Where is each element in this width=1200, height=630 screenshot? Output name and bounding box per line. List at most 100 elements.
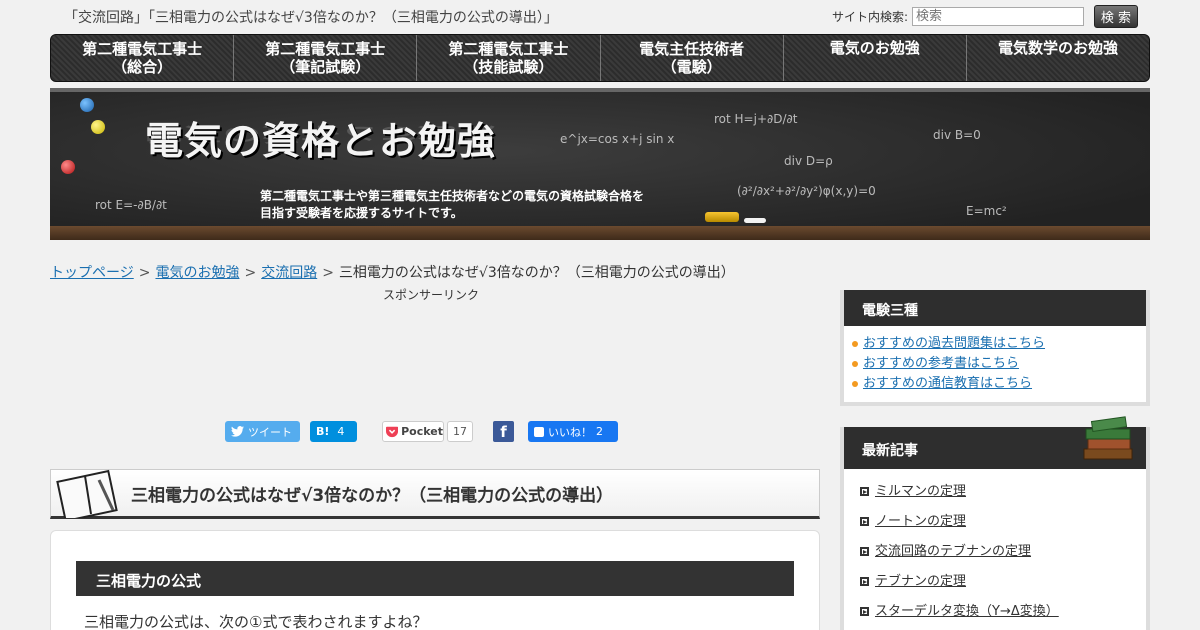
- bullet-icon: [852, 340, 858, 347]
- sidebar-widget-denken: 電験三種 おすすめの過去問題集はこちら おすすめの参考書はこちら おすすめの通信…: [840, 290, 1150, 406]
- twitter-bird-icon: [231, 426, 244, 437]
- arrow-bullet-icon: [860, 547, 869, 556]
- page-topline: 「交流回路」「三相電力の公式はなぜ√3倍なのか？（三相電力の公式の導出）」: [64, 10, 558, 26]
- list-item: 交流回路のテブナンの定理: [860, 537, 1146, 567]
- formula-divd: div D=ρ: [784, 154, 833, 168]
- sponsor-label: スポンサーリンク: [383, 288, 480, 302]
- breadcrumb: トップページ > 電気のお勉強 > 交流回路 > 三相電力の公式はなぜ√3倍なのか？（三相電…: [50, 262, 735, 282]
- banner-desc-line: 第二種電気工事士や第三種電気主任技術者などの電気の資格試験合格を: [260, 189, 645, 203]
- breadcrumb-top[interactable]: トップページ: [50, 265, 134, 281]
- latest-link-ac-thevenin[interactable]: 交流回路のテブナンの定理: [875, 544, 1031, 559]
- section-heading: 三相電力の公式: [76, 561, 794, 596]
- pocket-button[interactable]: Pocket: [382, 421, 444, 442]
- breadcrumb-ac[interactable]: 交流回路: [261, 265, 317, 281]
- nav-sublabel: （電験）: [661, 58, 722, 76]
- article-paragraph: 三相電力の公式は、次の①式で表わされますよね？: [84, 613, 428, 630]
- pocket-icon: [386, 426, 399, 438]
- formula-roth: rot H=j+∂D/∂t: [714, 112, 798, 126]
- thumbs-up-icon: [534, 426, 544, 437]
- arrow-bullet-icon: [860, 517, 869, 526]
- search-label: サイト内検索:: [831, 10, 908, 24]
- search-input[interactable]: [912, 7, 1084, 26]
- chalk-ledge: [50, 226, 1150, 240]
- nav-denken[interactable]: 電気主任技術者 （電験）: [600, 35, 784, 81]
- site-banner[interactable]: 電気の資格とお勉強 電気の資格とお勉強 第二種電気工事士や第三種電気主任技術者な…: [50, 88, 1150, 240]
- nav-label: 電気のお勉強: [829, 39, 920, 57]
- facebook-like-button[interactable]: いいね！ 2: [528, 421, 618, 442]
- books-icon: [1083, 416, 1133, 460]
- banner-title: 電気の資格とお勉強: [145, 119, 497, 163]
- formula-emc: E=mc²: [966, 204, 1007, 218]
- nav-math[interactable]: 電気数学のお勉強: [966, 35, 1149, 81]
- arrow-bullet-icon: [860, 577, 869, 586]
- banner-desc-line: 目指す受験者を応援するサイトです。: [260, 206, 463, 220]
- arrow-bullet-icon: [860, 487, 869, 496]
- nav-label: 第二種電気工事士: [448, 40, 569, 58]
- global-nav: 第二種電気工事士 （総合） 第二種電気工事士 （筆記試験） 第二種電気工事士 （技能試…: [50, 34, 1150, 82]
- sidebar-link-correspondence[interactable]: おすすめの通信教育はこちら: [863, 376, 1032, 391]
- breadcrumb-separator: >: [138, 265, 151, 281]
- latest-link-thevenin[interactable]: テブナンの定理: [875, 574, 966, 589]
- nav-label: 第二種電気工事士: [82, 40, 203, 58]
- notebook-icon: [56, 469, 118, 518]
- formula-divb: div B=0: [933, 128, 981, 142]
- hatena-bookmark-button[interactable]: B! 4: [310, 421, 357, 442]
- list-item: スターデルタ変換（Y→Δ変換）: [860, 597, 1146, 627]
- like-count: 2: [596, 425, 603, 438]
- sidebar-link-reference-books[interactable]: おすすめの参考書はこちら: [863, 356, 1019, 371]
- breadcrumb-separator: >: [322, 265, 334, 281]
- list-item: テブナンの定理: [860, 567, 1146, 597]
- breadcrumb-current: 三相電力の公式はなぜ√3倍なのか？（三相電力の公式の導出）: [338, 265, 735, 281]
- banner-description: 第二種電気工事士や第三種電気主任技術者などの電気の資格試験合格を 目指す受験者を…: [260, 188, 644, 222]
- breadcrumb-study[interactable]: 電気のお勉強: [155, 265, 239, 281]
- tweet-button[interactable]: ツイート: [225, 421, 300, 442]
- formula-euler: e^jx=cos x+j sin x: [560, 132, 675, 146]
- nav-label: 電気主任技術者: [639, 40, 745, 58]
- list-item: おすすめの通信教育はこちら: [852, 374, 1146, 394]
- nav-denkikouji-written[interactable]: 第二種電気工事士 （筆記試験）: [234, 35, 418, 81]
- widget-list: ミルマンの定理 ノートンの定理 交流回路のテブナンの定理 テブナンの定理 スター…: [844, 469, 1146, 627]
- list-item: ミルマンの定理: [860, 477, 1146, 507]
- bullet-icon: [852, 380, 858, 387]
- list-item: おすすめの過去問題集はこちら: [852, 334, 1146, 354]
- sidebar-widget-latest: 最新記事 ミルマンの定理 ノートンの定理 交流回路のテブナンの定理 テブナンの定…: [840, 416, 1150, 630]
- arrow-bullet-icon: [860, 607, 869, 616]
- nav-sublabel: （筆記試験）: [280, 58, 371, 76]
- chalk-icon: [744, 218, 766, 223]
- like-label: いいね！: [548, 425, 592, 439]
- blue-magnet-icon: [80, 98, 94, 112]
- latest-link-star-delta[interactable]: スターデルタ変換（Y→Δ変換）: [875, 604, 1059, 619]
- facebook-share-icon[interactable]: f: [493, 421, 514, 442]
- article-content: 三相電力の公式 三相電力の公式は、次の①式で表わされますよね？: [50, 530, 820, 630]
- article-title: 三相電力の公式はなぜ√3倍なのか？（三相電力の公式の導出）: [131, 486, 614, 506]
- eraser-icon: [705, 212, 739, 222]
- hatena-icon: B!: [316, 425, 330, 438]
- yellow-magnet-icon: [91, 120, 105, 134]
- hatena-count: 4: [337, 425, 345, 438]
- tweet-label: ツイート: [248, 425, 292, 439]
- red-magnet-icon: [61, 160, 75, 174]
- nav-sublabel: （総合）: [112, 58, 173, 76]
- formula-rote: rot E=-∂B/∂t: [95, 198, 167, 212]
- list-item: ノートンの定理: [860, 507, 1146, 537]
- nav-study[interactable]: 電気のお勉強: [783, 35, 967, 81]
- formula-laplace: (∂²/∂x²+∂²/∂y²)φ(x,y)=0: [737, 184, 876, 198]
- pocket-label: Pocket: [401, 425, 443, 438]
- widget-list: おすすめの過去問題集はこちら おすすめの参考書はこちら おすすめの通信教育はこち…: [844, 326, 1146, 394]
- nav-denkikouji-practical[interactable]: 第二種電気工事士 （技能試験）: [417, 35, 601, 81]
- bullet-icon: [852, 360, 858, 367]
- latest-link-norton[interactable]: ノートンの定理: [875, 514, 966, 529]
- breadcrumb-separator: >: [244, 265, 257, 281]
- nav-label: 第二種電気工事士: [265, 40, 386, 58]
- widget-title: 電験三種: [844, 290, 1146, 326]
- nav-denkikouji-general[interactable]: 第二種電気工事士 （総合）: [51, 35, 235, 81]
- search-button[interactable]: 検 索: [1094, 5, 1138, 28]
- article-title-box: 三相電力の公式はなぜ√3倍なのか？（三相電力の公式の導出）: [50, 469, 820, 519]
- list-item: おすすめの参考書はこちら: [852, 354, 1146, 374]
- site-search: サイト内検索: 検 索: [832, 5, 1138, 28]
- pocket-count: 17: [447, 421, 473, 442]
- sidebar-link-past-exams[interactable]: おすすめの過去問題集はこちら: [863, 336, 1045, 351]
- nav-label: 電気数学のお勉強: [997, 39, 1118, 57]
- nav-sublabel: （技能試験）: [463, 58, 554, 76]
- latest-link-millman[interactable]: ミルマンの定理: [875, 484, 966, 499]
